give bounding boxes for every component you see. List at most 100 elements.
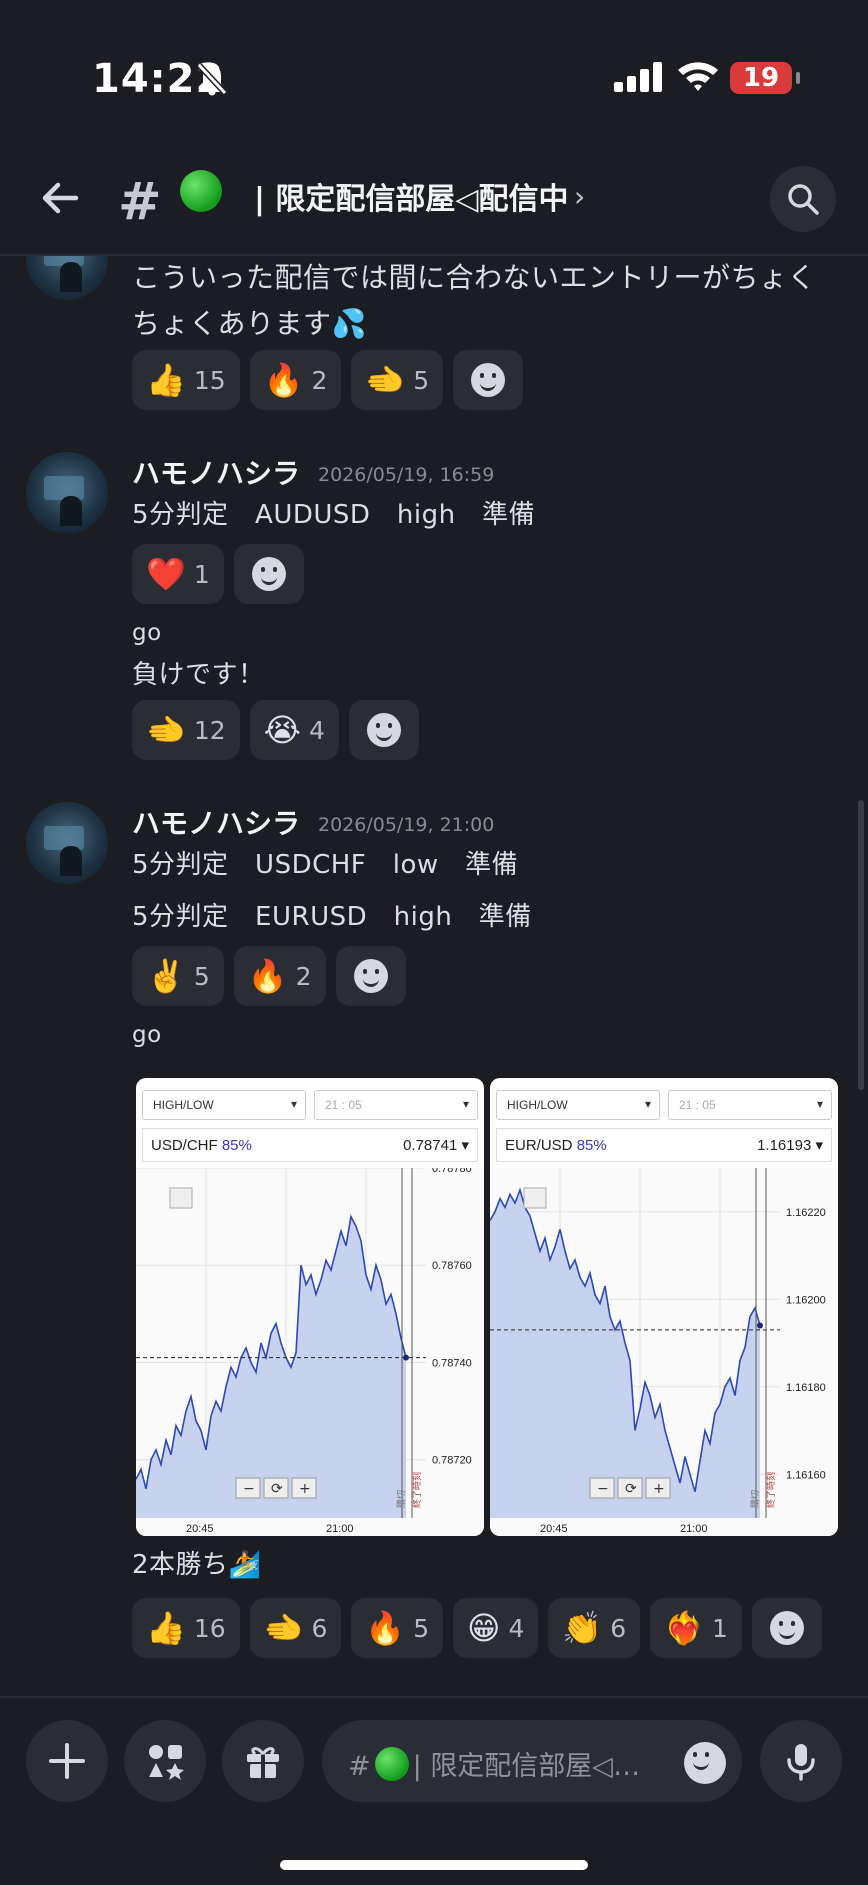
reaction-chip[interactable]: ✌️ 5: [132, 946, 224, 1006]
message-list[interactable]: こういった配信では間に合わないエントリーがちょく ちょくあります💦 👍 15 🔥 2…: [0, 256, 868, 1696]
y-tick-label: 0.78720: [432, 1455, 472, 1467]
y-tick-label: 1.16180: [786, 1382, 826, 1394]
zoom-button-label: ⟳: [271, 1481, 283, 1497]
message-text: ちょくあります💦: [132, 307, 367, 340]
x-tick-label: 21:00: [680, 1523, 708, 1535]
smiley-icon: [471, 363, 506, 397]
expiry-label: 終了時刻: [411, 1472, 423, 1508]
reaction-row: ❤️ 1: [132, 544, 304, 604]
zoom-button-label: +: [299, 1481, 311, 1497]
reaction-row: ✌️ 5 🔥 2: [132, 946, 406, 1006]
composer-bar: # | 限定配信部屋◁…: [0, 1696, 868, 1885]
message-text: 5分判定 EURUSD high 準備: [132, 902, 532, 932]
message-text: go: [132, 620, 162, 646]
add-reaction-button[interactable]: [751, 1598, 822, 1658]
reaction-row: 👍 16 🫲 6 🔥 5 😁 4 👏 6 ❤️‍🔥 1: [132, 1598, 822, 1658]
chart-controls: HIGH/LOW 21 : 05: [142, 1090, 478, 1120]
emoji-picker-button[interactable]: [684, 1742, 726, 1784]
payout: 85%: [221, 1136, 252, 1154]
y-tick-label: 0.78780: [432, 1168, 472, 1175]
smiley-icon: [366, 713, 401, 747]
reaction-chip[interactable]: 🔥 2: [233, 946, 326, 1006]
avatar[interactable]: [26, 452, 108, 534]
reaction-row: 🫲 12 😭 4: [132, 700, 419, 760]
avatar[interactable]: [26, 256, 108, 300]
gift-button[interactable]: [222, 1720, 304, 1802]
message-timestamp: 2026/05/19, 16:59: [318, 464, 495, 486]
reaction-chip[interactable]: 🫲 12: [132, 700, 240, 760]
zoom-button-label: −: [597, 1481, 609, 1497]
voice-message-button[interactable]: [760, 1720, 842, 1802]
reaction-chip[interactable]: 👏 6: [548, 1598, 641, 1658]
battery-indicator: 19: [730, 62, 800, 94]
add-reaction-button[interactable]: [453, 350, 524, 410]
message-text: 負けです！: [132, 660, 265, 690]
y-tick-label: 1.16160: [786, 1469, 826, 1481]
message-text: 5分判定 USDCHF low 準備: [132, 850, 519, 880]
last-price-dot: [757, 1322, 763, 1329]
mode-select: HIGH/LOW: [142, 1090, 306, 1120]
price: 1.16193: [757, 1137, 812, 1154]
reaction-row: 👍 15 🔥 2 🫲 5: [132, 350, 524, 410]
x-tick-label: 20:45: [540, 1523, 568, 1535]
mode-select: HIGH/LOW: [496, 1090, 660, 1120]
x-tick-label: 21:00: [326, 1523, 354, 1535]
chevron-right-icon[interactable]: ›: [574, 180, 585, 213]
back-arrow-icon[interactable]: [36, 174, 84, 222]
reaction-chip[interactable]: 😁 4: [453, 1598, 539, 1658]
microphone-icon: [787, 1744, 815, 1781]
input-placeholder: # | 限定配信部屋◁…: [348, 1744, 668, 1783]
reaction-chip[interactable]: 😭 4: [249, 700, 339, 760]
message-text: 5分判定 AUDUSD high 準備: [132, 500, 536, 530]
signal-icon: [614, 62, 662, 92]
smiley-icon: [251, 557, 286, 591]
author-name[interactable]: ハモノハシラ: [132, 452, 300, 492]
scrollbar[interactable]: [858, 800, 864, 1090]
chart-image-eurusd[interactable]: HIGH/LOW 21 : 05 EUR/USD 85% 1.16193 ▾ 1…: [490, 1078, 838, 1536]
reaction-chip[interactable]: 🔥 5: [351, 1598, 444, 1658]
cutoff-label: 購切: [749, 1490, 761, 1508]
smiley-icon: [353, 959, 388, 993]
time-select: 21 : 05: [668, 1090, 832, 1120]
zoom-button-label: +: [653, 1481, 665, 1497]
add-attachment-button[interactable]: [26, 1720, 108, 1802]
chart-controls: HIGH/LOW 21 : 05: [496, 1090, 832, 1120]
channel-title[interactable]: | 限定配信部屋◁配信中: [254, 174, 568, 218]
add-reaction-button[interactable]: [233, 544, 304, 604]
message-text: go: [132, 1022, 162, 1048]
message-input[interactable]: # | 限定配信部屋◁…: [322, 1720, 742, 1802]
author-name[interactable]: ハモノハシラ: [132, 802, 300, 842]
reaction-chip[interactable]: 🫲 5: [351, 350, 444, 410]
plus-icon: [49, 1743, 85, 1779]
add-reaction-button[interactable]: [348, 700, 419, 760]
smiley-icon: [769, 1611, 804, 1645]
apps-button[interactable]: [124, 1720, 206, 1802]
reaction-chip[interactable]: 🫲 6: [249, 1598, 342, 1658]
reaction-chip[interactable]: ❤️ 1: [132, 544, 224, 604]
apps-icon: [149, 1745, 184, 1780]
add-reaction-button[interactable]: [335, 946, 406, 1006]
status-bar: 14:22 19: [0, 0, 868, 150]
message-text: 2本勝ち🏄: [132, 1550, 262, 1580]
wifi-icon: [678, 62, 718, 91]
message-text: こういった配信では間に合わないエントリーがちょく: [132, 261, 817, 294]
y-tick-label: 0.78740: [432, 1357, 472, 1369]
last-price-dot: [403, 1354, 409, 1361]
chart-image-usdchf[interactable]: HIGH/LOW 21 : 05 USD/CHF 85% 0.78741 ▾ 0…: [136, 1078, 484, 1536]
reaction-chip[interactable]: ❤️‍🔥 1: [650, 1598, 742, 1658]
price: 0.78741: [403, 1137, 458, 1154]
chart-type-button: [523, 1187, 547, 1209]
pair-name: USD/CHF: [151, 1136, 218, 1154]
y-tick-label: 1.16220: [786, 1207, 826, 1219]
search-button[interactable]: [770, 166, 836, 232]
green-circle-emoji: [180, 170, 222, 212]
zoom-button-label: ⟳: [625, 1481, 637, 1497]
channel-hash-icon: #: [118, 172, 162, 232]
y-tick-label: 0.78760: [432, 1260, 472, 1272]
green-circle-emoji: [374, 1747, 409, 1781]
reaction-chip[interactable]: 👍 15: [132, 350, 240, 410]
payout: 85%: [576, 1136, 607, 1154]
reaction-chip[interactable]: 🔥 2: [249, 350, 342, 410]
avatar[interactable]: [26, 802, 108, 884]
reaction-chip[interactable]: 👍 16: [132, 1598, 240, 1658]
